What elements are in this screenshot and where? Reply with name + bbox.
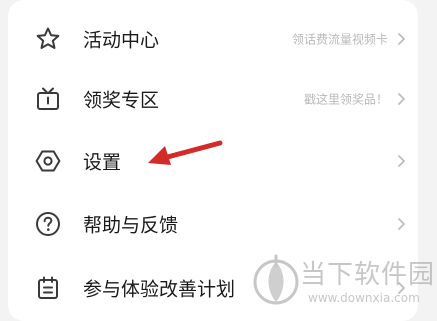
chevron-right-icon bbox=[398, 218, 405, 230]
menu-item-label: 参与体验改善计划 bbox=[83, 278, 236, 301]
menu-item-rewards-zone[interactable]: 领奖专区 戳这里领奖品！ bbox=[8, 68, 418, 130]
watermark-name: 当下软件园 bbox=[300, 260, 436, 290]
menu-item-hint: 戳这里领奖品！ bbox=[303, 92, 388, 107]
clipboard-icon bbox=[38, 276, 58, 299]
gift-box-icon bbox=[37, 87, 59, 110]
watermark-url: www.downxia.com bbox=[308, 291, 420, 305]
star-icon bbox=[36, 27, 60, 49]
red-arrow-icon bbox=[148, 140, 223, 165]
menu-item-label: 帮助与反馈 bbox=[83, 214, 179, 237]
menu-item-help-feedback[interactable]: 帮助与反馈 bbox=[8, 193, 418, 255]
gear-hexagon-icon bbox=[35, 150, 61, 172]
menu-item-label: 设置 bbox=[83, 151, 122, 174]
menu-item-label: 领奖专区 bbox=[83, 89, 160, 112]
menu-item-hint: 领话费流量视频卡 bbox=[291, 32, 388, 47]
chevron-right-icon bbox=[398, 93, 405, 105]
downxia-logo-icon bbox=[253, 254, 299, 305]
menu-item-activity-center[interactable]: 活动中心 领话费流量视频卡 bbox=[8, 8, 418, 70]
help-circle-icon bbox=[36, 212, 60, 236]
chevron-right-icon bbox=[398, 155, 405, 167]
watermark: 当下软件园 www.downxia.com bbox=[248, 250, 436, 316]
menu-item-label: 活动中心 bbox=[83, 29, 160, 52]
chevron-right-icon bbox=[398, 33, 405, 45]
